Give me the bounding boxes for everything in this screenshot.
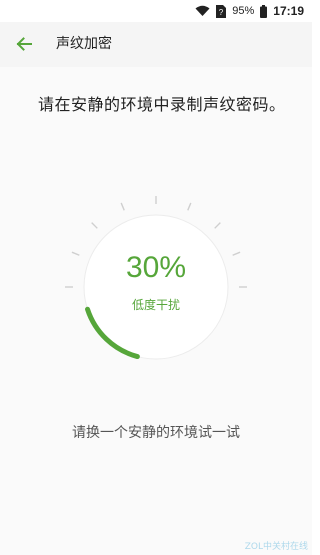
instruction-text: 请在安静的环境中录制声纹密码。 — [38, 95, 286, 114]
watermark: ZOL中关村在线 — [244, 542, 308, 552]
hint-text: 请换一个安静的环境试一试 — [72, 425, 240, 441]
meter-tick — [187, 202, 192, 211]
main-content: 请在安静的环境中录制声纹密码。 30% 低度干扰 请换一个安静的环境试一试 — [0, 67, 312, 555]
noise-meter: 30% 低度干扰 — [56, 187, 256, 387]
noise-meter-graphic — [65, 196, 247, 360]
back-button[interactable] — [12, 32, 36, 56]
page-title: 声纹加密 — [56, 36, 112, 52]
meter-percent: 30% — [125, 251, 187, 284]
battery-icon — [260, 4, 268, 18]
meter-status: 低度干扰 — [131, 298, 180, 312]
wifi-icon — [195, 5, 210, 17]
svg-text:?: ? — [219, 8, 224, 17]
battery-percent: 95% — [232, 5, 255, 17]
meter-tick — [91, 222, 98, 229]
toolbar: 声纹加密 — [0, 22, 312, 67]
status-time: 17:19 — [273, 4, 304, 18]
status-right: ? 95% 17:19 — [195, 0, 304, 22]
status-bar: ? 95% 17:19 — [0, 0, 312, 22]
meter-tick — [214, 222, 221, 229]
meter-tick — [120, 202, 125, 211]
arrow-left-icon — [15, 35, 33, 53]
sim-unknown-icon: ? — [216, 4, 227, 18]
